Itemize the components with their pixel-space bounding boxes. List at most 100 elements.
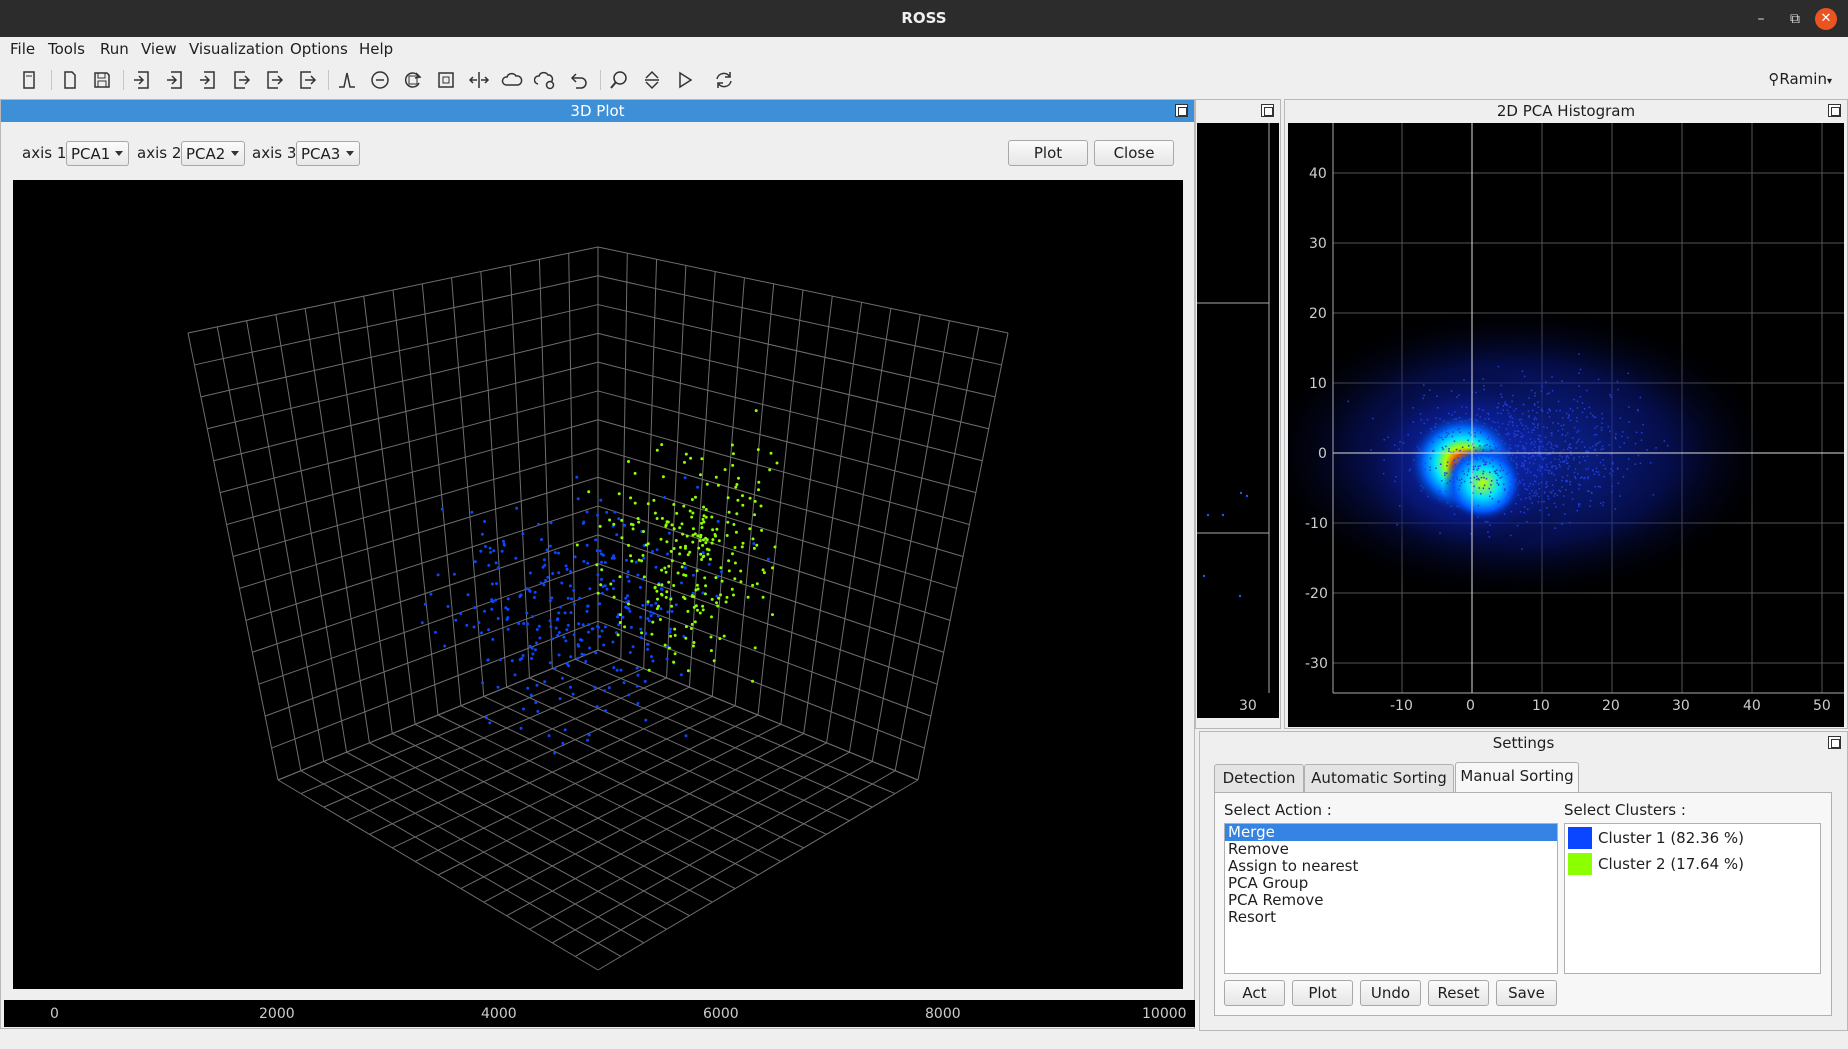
density-dot (1463, 480, 1466, 483)
density-dot (1548, 441, 1550, 443)
import-icon-3[interactable] (194, 66, 222, 94)
scatter-point (657, 604, 660, 608)
scatter-point (755, 543, 759, 547)
save-icon[interactable] (88, 66, 116, 94)
menu-visualization[interactable]: Visualization (189, 40, 284, 58)
scatter-point (689, 456, 693, 460)
density-dot (1496, 479, 1498, 481)
export-icon-1[interactable] (227, 66, 255, 94)
density-dot (1495, 440, 1497, 442)
export-icon-3[interactable] (293, 66, 321, 94)
cloud-icon[interactable] (498, 66, 526, 94)
new-document-icon[interactable] (15, 66, 43, 94)
axis2-select[interactable]: PCA2 (181, 141, 245, 166)
density-dot (1522, 448, 1524, 450)
fit-icon[interactable] (432, 66, 460, 94)
cluster-item-1[interactable]: Cluster 1 (82.36 %) (1565, 826, 1820, 852)
tab-detection[interactable]: Detection (1214, 764, 1304, 792)
action-item-pca-group[interactable]: PCA Group (1225, 875, 1557, 892)
density-dot (1562, 428, 1564, 430)
undo-icon[interactable] (564, 66, 592, 94)
plot3d-close-button[interactable]: Close (1094, 140, 1174, 166)
action-item-resort[interactable]: Resort (1225, 909, 1557, 926)
density-dot (1501, 396, 1503, 398)
vertical-arrows-icon[interactable] (638, 66, 666, 94)
action-item-assign[interactable]: Assign to nearest (1225, 858, 1557, 875)
scatter-point (651, 659, 655, 663)
maximize-button[interactable]: ⧉ (1784, 8, 1806, 30)
tab-automatic-sorting[interactable]: Automatic Sorting (1304, 764, 1454, 792)
density-dot (1546, 393, 1548, 395)
density-dot (1462, 458, 1464, 461)
density-dot (1479, 432, 1482, 434)
float-icon[interactable] (1175, 104, 1188, 117)
save-button[interactable]: Save (1496, 980, 1557, 1006)
menu-options[interactable]: Options (290, 40, 348, 58)
density-dot (1496, 469, 1498, 471)
density-dot (1561, 486, 1563, 488)
density-dot (1554, 492, 1556, 495)
tab-manual-sorting[interactable]: Manual Sorting (1455, 762, 1579, 793)
density-dot (1592, 470, 1594, 472)
menu-run[interactable]: Run (100, 40, 129, 58)
reload-icon[interactable] (710, 66, 738, 94)
axis1-select[interactable]: PCA1 (66, 141, 129, 166)
float-icon[interactable] (1828, 104, 1841, 117)
density-dot (1601, 422, 1603, 424)
scatter-point (669, 627, 672, 631)
density-dot (1463, 473, 1465, 475)
play-icon[interactable] (671, 66, 699, 94)
export-icon-2[interactable] (260, 66, 288, 94)
act-button[interactable]: Act (1224, 980, 1285, 1006)
density-dot (1600, 426, 1603, 429)
menu-file[interactable]: File (10, 40, 35, 58)
import-icon-1[interactable] (128, 66, 156, 94)
remove-circle-icon[interactable] (366, 66, 394, 94)
scatter-point (599, 498, 603, 502)
new-file-icon[interactable] (56, 66, 84, 94)
import-icon-2[interactable] (161, 66, 189, 94)
plot-button[interactable]: Plot (1292, 980, 1353, 1006)
undo-button[interactable]: Undo (1360, 980, 1421, 1006)
density-dot (1446, 472, 1448, 474)
scatter-point (683, 476, 687, 480)
float-icon[interactable] (1828, 736, 1841, 749)
minimize-button[interactable]: – (1750, 8, 1772, 30)
density-dot (1503, 460, 1506, 462)
action-list[interactable]: Merge Remove Assign to nearest PCA Group… (1224, 823, 1558, 974)
scatter-point (483, 609, 487, 613)
density-dot (1477, 465, 1479, 468)
density-dot (1635, 431, 1638, 434)
density-dot (1507, 423, 1510, 426)
plot3d-canvas[interactable] (13, 180, 1183, 989)
reset-button[interactable]: Reset (1428, 980, 1489, 1006)
scatter-point (702, 554, 706, 558)
menu-view[interactable]: View (141, 40, 177, 58)
menu-tools[interactable]: Tools (48, 40, 85, 58)
zoom-icon[interactable] (605, 66, 633, 94)
density-dot (1445, 432, 1448, 434)
plot3d-plot-button[interactable]: Plot (1008, 140, 1088, 166)
close-window-button[interactable]: ✕ (1815, 8, 1837, 30)
detect-icon[interactable] (333, 66, 361, 94)
density-dot (1469, 481, 1472, 484)
action-item-pca-remove[interactable]: PCA Remove (1225, 892, 1557, 909)
scatter-point (666, 552, 669, 556)
hist2d-plot[interactable] (1288, 123, 1844, 727)
float-icon[interactable] (1261, 104, 1274, 117)
cloud-settings-icon[interactable] (531, 66, 559, 94)
action-item-remove[interactable]: Remove (1225, 841, 1557, 858)
scatter-point (664, 570, 668, 574)
scatter-point (472, 625, 476, 629)
user-menu[interactable]: ⚲Ramin▾ (1768, 70, 1832, 88)
menu-help[interactable]: Help (359, 40, 393, 58)
cluster-item-2[interactable]: Cluster 2 (17.64 %) (1565, 852, 1820, 878)
action-item-merge[interactable]: Merge (1225, 824, 1557, 841)
scatter-point (543, 563, 547, 567)
density-dot (1539, 456, 1542, 458)
hist-x-tick: 50 (1813, 698, 1831, 714)
split-icon[interactable] (465, 66, 493, 94)
refresh-circle-icon[interactable] (399, 66, 427, 94)
cluster-list[interactable]: Cluster 1 (82.36 %) Cluster 2 (17.64 %) (1564, 823, 1821, 974)
axis3-select[interactable]: PCA3 (296, 141, 360, 166)
